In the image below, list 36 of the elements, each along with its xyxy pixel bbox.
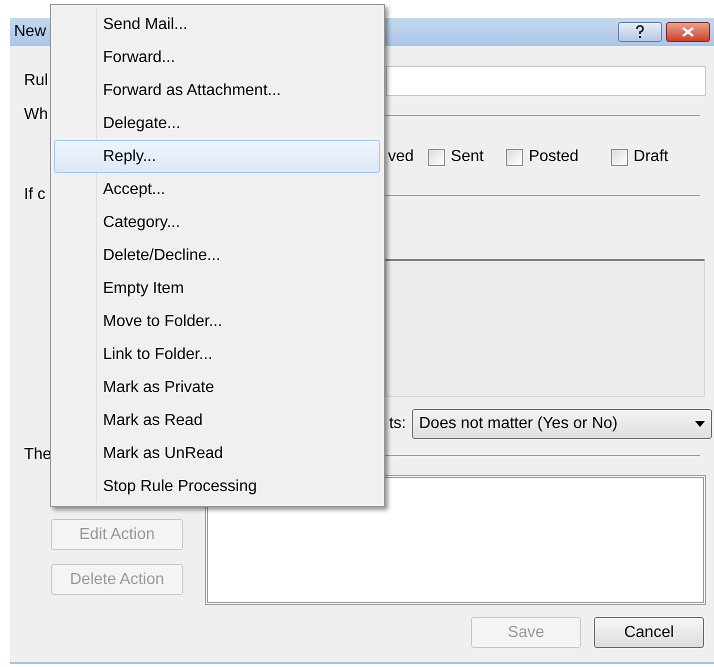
- help-icon: [635, 25, 645, 39]
- close-button[interactable]: [666, 22, 710, 42]
- dropdown-arrow-icon: [695, 421, 705, 427]
- menu-item[interactable]: Reply...: [54, 140, 380, 173]
- menu-item[interactable]: Forward as Attachment...: [54, 74, 380, 107]
- checkbox[interactable]: [506, 148, 523, 166]
- close-icon: [682, 27, 694, 37]
- rule-name-label: Rul: [24, 71, 48, 91]
- menu-item[interactable]: Delegate...: [54, 107, 380, 140]
- menu-item[interactable]: Category...: [54, 206, 380, 239]
- checkbox-label: Posted: [528, 147, 579, 167]
- checkbox-label: Draft: [634, 147, 668, 167]
- rule-name-field[interactable]: [386, 66, 706, 96]
- menu-item[interactable]: Stop Rule Processing: [54, 470, 380, 503]
- menu-item[interactable]: Accept...: [54, 173, 380, 206]
- checkbox-label: ved: [388, 147, 414, 167]
- menu-item[interactable]: Mark as Private: [54, 371, 380, 404]
- menu-item[interactable]: Forward...: [54, 41, 380, 74]
- conditions-label: If c: [24, 185, 46, 205]
- menu-item[interactable]: Empty Item: [54, 272, 380, 305]
- dropdown-label: ts:: [389, 414, 406, 434]
- when-label: Wh: [24, 105, 48, 125]
- actions-label: The: [24, 445, 52, 465]
- window-title: New: [14, 22, 46, 42]
- dialog-button[interactable]: Cancel: [594, 617, 704, 648]
- checkbox[interactable]: [610, 148, 628, 166]
- menu-item[interactable]: Link to Folder...: [54, 338, 380, 371]
- menu-item[interactable]: Delete/Decline...: [54, 239, 380, 272]
- menu-item[interactable]: Move to Folder...: [54, 305, 380, 338]
- menu-item[interactable]: Send Mail...: [54, 8, 380, 41]
- dropdown[interactable]: Does not matter (Yes or No): [412, 409, 712, 439]
- checkbox[interactable]: [428, 148, 445, 166]
- menu-item[interactable]: Mark as UnRead: [54, 437, 380, 470]
- menu-item[interactable]: Mark as Read: [54, 404, 380, 437]
- checkbox-label: Sent: [450, 147, 484, 167]
- help-button[interactable]: [618, 22, 662, 42]
